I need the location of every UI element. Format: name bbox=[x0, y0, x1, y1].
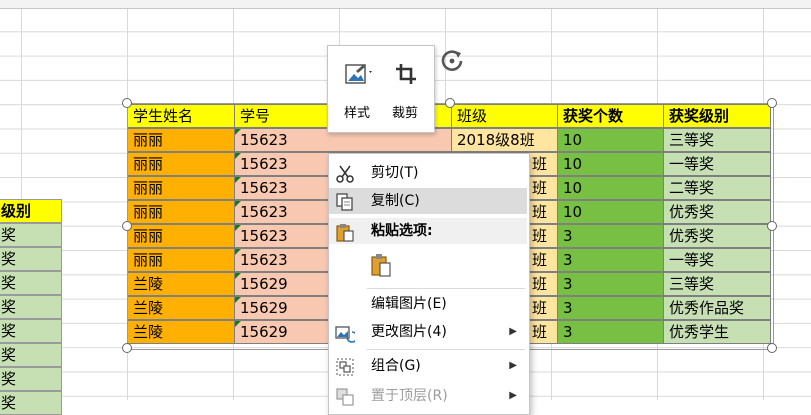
paste-icon bbox=[336, 224, 354, 242]
left-table-cell[interactable]: 奖 bbox=[0, 223, 62, 247]
menu-item-change-picture[interactable]: 更改图片(4) ▶ bbox=[329, 319, 527, 345]
resize-handle-top-right[interactable] bbox=[767, 98, 777, 108]
crop-label: 裁剪 bbox=[391, 106, 418, 121]
left-table-cell[interactable]: 奖 bbox=[0, 391, 62, 415]
resize-handle-top-middle[interactable] bbox=[445, 98, 455, 108]
resize-handle-middle-left[interactable] bbox=[122, 221, 132, 231]
left-table-header[interactable]: 级别 bbox=[0, 199, 62, 223]
style-button[interactable]: 样式 bbox=[334, 52, 380, 122]
column-header-bar[interactable] bbox=[0, 0, 811, 9]
left-table-cell[interactable]: 奖 bbox=[0, 271, 62, 295]
mini-toolbar: 样式 裁剪 bbox=[327, 45, 435, 133]
group-icon bbox=[336, 358, 354, 376]
menu-separator bbox=[367, 349, 525, 350]
picture-style-icon bbox=[345, 64, 372, 84]
clipboard-picture-icon bbox=[371, 254, 391, 277]
submenu-arrow-icon: ▶ bbox=[509, 360, 517, 371]
menu-item-bring-to-front[interactable]: 置于顶层(R) ▶ bbox=[329, 383, 527, 409]
copy-icon bbox=[336, 193, 353, 211]
resize-handle-top-left[interactable] bbox=[122, 98, 132, 108]
scissors-icon bbox=[336, 165, 354, 183]
crop-button[interactable]: 裁剪 bbox=[382, 52, 428, 122]
left-table-cell[interactable]: 奖 bbox=[0, 343, 62, 367]
context-menu: 剪切(T) 复制(C) 粘贴选项: 编辑图片(E) 更改图片(4) ▶ 组合(G… bbox=[328, 153, 530, 415]
change-picture-icon bbox=[335, 326, 355, 343]
submenu-arrow-icon: ▶ bbox=[509, 326, 517, 337]
crop-icon bbox=[396, 64, 416, 84]
resize-handle-bottom-right[interactable] bbox=[767, 343, 777, 353]
menu-separator bbox=[367, 288, 525, 289]
menu-item-cut[interactable]: 剪切(T) bbox=[329, 160, 527, 186]
left-table-cell[interactable]: 奖 bbox=[0, 367, 62, 391]
rotate-handle-icon[interactable] bbox=[438, 46, 466, 74]
paste-options-section: 粘贴选项: bbox=[329, 218, 527, 244]
resize-handle-bottom-left[interactable] bbox=[122, 343, 132, 353]
left-table-cell[interactable]: 奖 bbox=[0, 247, 62, 271]
menu-item-edit-picture[interactable]: 编辑图片(E) bbox=[329, 291, 527, 317]
left-table-cell[interactable]: 奖 bbox=[0, 319, 62, 343]
resize-handle-middle-right[interactable] bbox=[767, 221, 777, 231]
left-table-cell[interactable]: 奖 bbox=[0, 295, 62, 319]
submenu-arrow-icon: ▶ bbox=[509, 390, 517, 401]
style-label: 样式 bbox=[343, 106, 370, 121]
menu-item-copy[interactable]: 复制(C) bbox=[329, 188, 527, 214]
paste-keep-source-button[interactable] bbox=[369, 252, 395, 280]
bring-to-front-icon bbox=[336, 388, 354, 406]
menu-item-group[interactable]: 组合(G) ▶ bbox=[329, 353, 527, 379]
